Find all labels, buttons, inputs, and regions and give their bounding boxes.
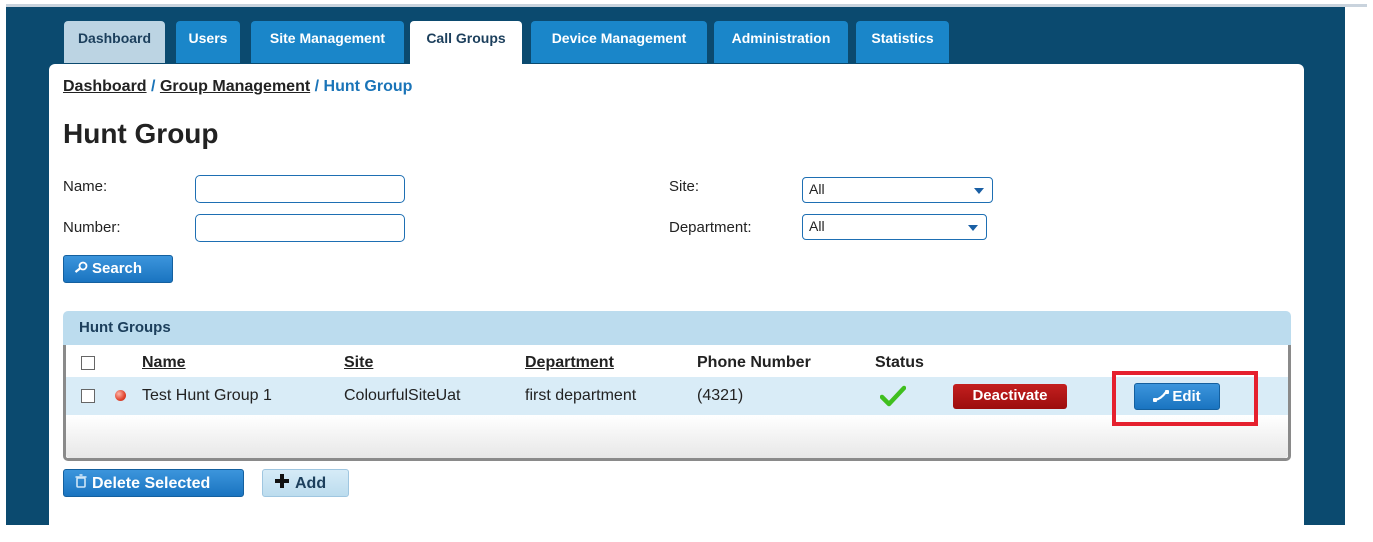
tab-administration[interactable]: Administration (714, 21, 848, 63)
row-site: ColourfulSiteUat (344, 387, 461, 404)
chevron-down-icon (968, 225, 978, 231)
name-label: Name: (63, 178, 108, 195)
page-title: Hunt Group (63, 118, 219, 149)
department-select[interactable]: All (802, 214, 987, 240)
row-department: first department (525, 387, 637, 404)
breadcrumb-dashboard[interactable]: Dashboard (63, 78, 147, 95)
breadcrumb-group-management[interactable]: Group Management (160, 78, 310, 95)
checkmark-icon (880, 385, 906, 407)
number-input[interactable] (195, 214, 405, 242)
department-select-value: All (809, 218, 825, 234)
select-all-checkbox[interactable] (81, 356, 95, 370)
hunt-groups-grid: Hunt Groups Name Site Department Phone N… (63, 311, 1291, 461)
delete-selected-button[interactable]: Delete Selected (63, 469, 244, 497)
breadcrumb: Dashboard / Group Management / Hunt Grou… (63, 78, 412, 96)
column-header-status: Status (875, 354, 924, 371)
tab-device-management[interactable]: Device Management (531, 21, 707, 63)
deactivate-button[interactable]: Deactivate (953, 384, 1067, 409)
search-button-label: Search (92, 260, 143, 277)
column-header-phone-number: Phone Number (697, 354, 811, 371)
row-phone-number: (4321) (697, 387, 744, 404)
edit-highlight-box (1112, 371, 1258, 426)
column-header-name[interactable]: Name (142, 354, 186, 372)
breadcrumb-current: Hunt Group (323, 78, 413, 95)
search-button[interactable]: Search (63, 255, 173, 283)
column-header-department[interactable]: Department (525, 354, 614, 372)
breadcrumb-separator: / (314, 78, 320, 95)
tab-site-management[interactable]: Site Management (251, 21, 404, 63)
content-panel: Dashboard / Group Management / Hunt Grou… (49, 64, 1304, 525)
tab-call-groups[interactable]: Call Groups (410, 21, 522, 66)
status-dot-icon (115, 390, 126, 401)
site-label: Site: (669, 178, 700, 195)
grid-body: Name Site Department Phone Number Status… (63, 345, 1291, 461)
chevron-down-icon (974, 188, 984, 194)
row-checkbox[interactable] (81, 389, 95, 403)
trash-icon (74, 474, 88, 491)
grid-footer (66, 416, 1288, 458)
name-input[interactable] (195, 175, 405, 203)
add-button-label: Add (295, 475, 327, 492)
table-row: Test Hunt Group 1 ColourfulSiteUat first… (66, 377, 1288, 415)
tab-users[interactable]: Users (176, 21, 240, 63)
row-name: Test Hunt Group 1 (142, 387, 272, 404)
department-label: Department: (669, 219, 752, 236)
column-header-site[interactable]: Site (344, 354, 373, 372)
breadcrumb-separator: / (151, 78, 156, 95)
add-button[interactable]: Add (262, 469, 349, 497)
plus-icon (275, 474, 289, 493)
grid-title: Hunt Groups (63, 311, 1291, 345)
delete-selected-label: Delete Selected (92, 475, 211, 492)
tab-statistics[interactable]: Statistics (856, 21, 949, 63)
search-icon (74, 261, 88, 276)
site-select[interactable]: All (802, 177, 993, 203)
tab-dashboard[interactable]: Dashboard (64, 21, 165, 63)
number-label: Number: (63, 219, 121, 236)
site-select-value: All (809, 181, 825, 197)
